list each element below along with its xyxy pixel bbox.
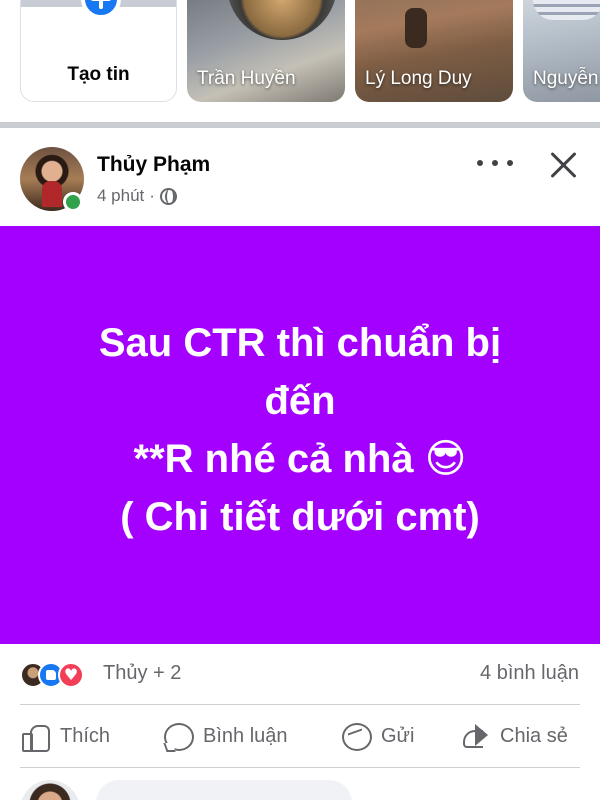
comment-button[interactable]: Bình luận <box>163 719 288 753</box>
story-card[interactable]: Trần Huyền <box>187 0 345 102</box>
post-author-name[interactable]: Thủy Phạm <box>97 153 210 177</box>
reaction-icons[interactable] <box>20 662 100 688</box>
post-header: Thủy Phạm 4 phút · <box>0 128 600 226</box>
story-author-name: Lý Long Duy <box>365 68 472 89</box>
like-button[interactable]: Thích <box>20 719 110 753</box>
globe-icon <box>159 187 177 205</box>
story-card[interactable]: Nguyễn <box>523 0 600 102</box>
post-meta: 4 phút · <box>97 186 177 206</box>
create-story-card[interactable]: Tạo tin <box>20 0 177 102</box>
meta-separator: · <box>149 186 155 205</box>
story-author-name: Trần Huyền <box>197 68 296 89</box>
reactions-summary: Thủy + 2 4 bình luận <box>0 648 600 700</box>
close-icon[interactable] <box>549 150 579 180</box>
plus-icon[interactable] <box>81 0 121 19</box>
current-user-avatar <box>20 780 80 800</box>
comment-count[interactable]: 4 bình luận <box>480 662 579 685</box>
online-status-indicator <box>63 192 83 212</box>
like-label: Thích <box>60 724 111 747</box>
send-button[interactable]: Gửi <box>341 719 414 753</box>
story-card[interactable]: Lý Long Duy <box>355 0 513 102</box>
post-text-background: Sau CTR thì chuẩn bị đến **R nhé cả nhà … <box>0 226 600 644</box>
reaction-names[interactable]: Thủy + 2 <box>103 662 181 685</box>
post-text: Sau CTR thì chuẩn bị đến **R nhé cả nhà … <box>98 321 502 539</box>
stories-strip: Tạo tin Trần Huyền Lý Long Duy Nguyễn <box>0 0 600 122</box>
comment-label: Bình luận <box>203 724 288 747</box>
messenger-icon <box>341 721 372 751</box>
comment-bubble-icon <box>163 721 194 751</box>
share-arrow-icon <box>460 721 490 751</box>
more-options-icon[interactable] <box>477 148 513 178</box>
post-time[interactable]: 4 phút <box>97 186 144 206</box>
post-actions: Thích Bình luận Gửi Chia sẻ <box>0 705 600 767</box>
share-button[interactable]: Chia sẻ <box>460 719 568 753</box>
thumbs-up-icon <box>20 721 50 752</box>
love-reaction-icon <box>58 662 84 688</box>
comment-composer <box>0 768 600 800</box>
comment-input[interactable] <box>96 780 352 800</box>
story-author-name: Nguyễn <box>533 68 599 89</box>
share-label: Chia sẻ <box>500 724 568 747</box>
send-label: Gửi <box>381 724 415 747</box>
create-story-label: Tạo tin <box>67 64 130 85</box>
